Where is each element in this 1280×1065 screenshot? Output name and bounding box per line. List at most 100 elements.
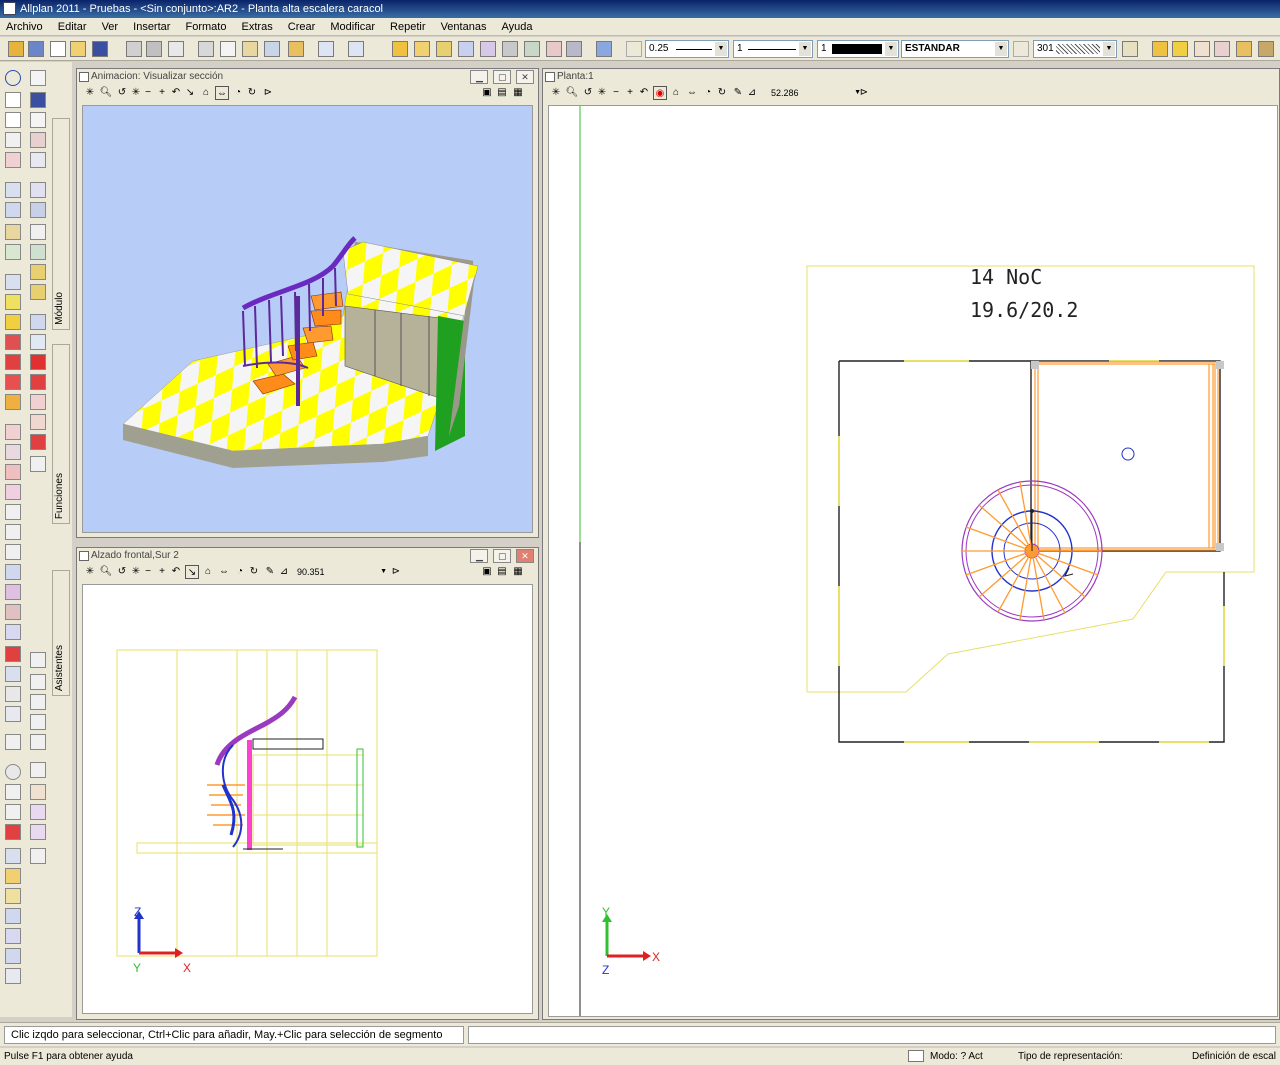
menu-editar[interactable]: Editar <box>52 18 93 34</box>
pattern-edit-icon[interactable] <box>1122 41 1138 57</box>
layer-list-icon[interactable] <box>30 92 46 108</box>
save-icon[interactable] <box>92 41 108 57</box>
paste-icon[interactable] <box>242 41 258 57</box>
pan-icon[interactable]: ✳ <box>83 565 97 579</box>
zoom-icon[interactable]: 🔍︎ <box>99 86 113 100</box>
view-layout-icon[interactable]: ▤ <box>495 86 509 100</box>
building-icon[interactable] <box>30 284 46 300</box>
animation-window-titlebar[interactable]: Animacion: Visualizar sección ▁ ▢ ✕ <box>77 69 538 85</box>
previous-view-icon[interactable]: ↶ <box>169 86 183 100</box>
symbol-icon[interactable] <box>5 948 21 964</box>
elevation-window-titlebar[interactable]: Alzado frontal,Sur 2 ▁ ▢ ✕ <box>77 548 538 564</box>
ruler-icon[interactable]: ⊿ <box>277 565 291 579</box>
snap-icon[interactable] <box>5 824 21 840</box>
camera-icon[interactable]: ⌂ <box>201 565 215 579</box>
extend-icon[interactable] <box>5 706 21 722</box>
close-button[interactable]: ✕ <box>516 70 534 84</box>
zoom-in-icon[interactable]: + <box>155 565 169 579</box>
plot-icon[interactable] <box>30 804 46 820</box>
zoom-window-icon[interactable]: ↺ <box>581 86 595 100</box>
menu-insertar[interactable]: Insertar <box>127 18 176 34</box>
view-options-icon[interactable]: ▣ <box>480 86 494 100</box>
plan-window-titlebar[interactable]: Planta:1 <box>543 69 1279 85</box>
pattern-tool-icon[interactable] <box>5 484 21 500</box>
format-painter-icon[interactable] <box>288 41 304 57</box>
text-props-icon[interactable] <box>1194 41 1210 57</box>
side-tab-funciones[interactable]: Funciones <box>52 344 70 524</box>
table-icon[interactable] <box>30 714 46 730</box>
pan-icon[interactable]: ✳ <box>549 86 563 100</box>
section-view-icon[interactable]: ⇔ <box>215 86 229 100</box>
side-tab-asistentes[interactable]: Asistentes <box>52 570 70 696</box>
rotate-view-icon[interactable]: ◔ <box>701 86 715 100</box>
abc-text3-icon[interactable] <box>30 734 46 750</box>
menu-crear[interactable]: Crear <box>282 18 322 34</box>
cut-icon[interactable] <box>198 41 214 57</box>
plan-scale-select[interactable]: 52.286 ▼ <box>769 87 861 100</box>
delete-tool-icon[interactable] <box>5 734 21 750</box>
sheet-icon[interactable] <box>5 868 21 884</box>
slab-icon[interactable] <box>5 294 21 310</box>
hatch-icon[interactable] <box>5 444 21 460</box>
redo-icon[interactable] <box>348 41 364 57</box>
open-file-icon[interactable] <box>70 41 86 57</box>
layout-icon[interactable] <box>168 41 184 57</box>
zoom-icon[interactable]: 🔍︎ <box>565 86 579 100</box>
offset-icon[interactable] <box>5 544 21 560</box>
line-type-select[interactable]: 1 ▼ <box>733 40 813 58</box>
explode-icon[interactable] <box>5 646 21 662</box>
rotate-icon[interactable] <box>5 604 21 620</box>
fill-tool-icon[interactable] <box>5 464 21 480</box>
sheet2-icon[interactable] <box>5 888 21 904</box>
color-select[interactable]: 1 ▼ <box>817 40 899 58</box>
sum-icon[interactable] <box>30 224 46 240</box>
beam-icon[interactable] <box>5 314 21 330</box>
ruler-icon[interactable]: ⊿ <box>745 86 759 100</box>
animation-icon[interactable] <box>30 374 46 390</box>
column-icon[interactable] <box>5 334 21 350</box>
window-tool-icon[interactable] <box>5 394 21 410</box>
menu-ventanas[interactable]: Ventanas <box>435 18 493 34</box>
3d-box-icon[interactable] <box>566 41 582 57</box>
section-view-icon[interactable]: ⇔ <box>217 565 231 579</box>
menu-ayuda[interactable]: Ayuda <box>496 18 539 34</box>
navigate-icon[interactable]: ↘ <box>185 565 199 579</box>
menu-formato[interactable]: Formato <box>180 18 233 34</box>
railing-icon[interactable] <box>5 374 21 390</box>
side-tab-modulo[interactable]: Módulo <box>52 118 70 330</box>
pencil-view-icon[interactable]: ✎ <box>731 86 745 100</box>
elevation-canvas[interactable]: Z X Y <box>82 584 533 1014</box>
report-icon[interactable] <box>30 784 46 800</box>
zoom-tool-icon[interactable] <box>5 764 21 780</box>
material-icon[interactable] <box>30 414 46 430</box>
camera-icon[interactable]: ⌂ <box>199 86 213 100</box>
pin-icon[interactable]: ⊳ <box>261 86 275 100</box>
print-icon[interactable] <box>126 41 142 57</box>
group-icon[interactable] <box>524 41 540 57</box>
export-icon[interactable] <box>30 824 46 840</box>
minimize-button[interactable]: ▁ <box>470 549 489 563</box>
movie-icon[interactable] <box>30 434 46 450</box>
join-icon[interactable] <box>5 666 21 682</box>
pin-icon[interactable]: ⊳ <box>389 565 403 579</box>
filter-icon[interactable] <box>30 244 46 260</box>
grid-dots-icon[interactable] <box>30 456 46 472</box>
close-button[interactable]: ✕ <box>516 549 534 563</box>
zoom-window-icon[interactable]: ↺ <box>115 86 129 100</box>
triangle-icon[interactable] <box>5 524 21 540</box>
pen-tool-icon[interactable] <box>5 152 21 168</box>
opening-icon[interactable] <box>5 202 21 218</box>
abc-text2-icon[interactable] <box>30 694 46 710</box>
pen-icon[interactable] <box>626 41 642 57</box>
3d-solid-icon[interactable] <box>5 354 21 370</box>
rotate-view-icon[interactable]: ◔ <box>233 565 247 579</box>
new-file-icon[interactable] <box>50 41 66 57</box>
open-project-icon[interactable] <box>8 41 24 57</box>
ortho-icon[interactable] <box>5 804 21 820</box>
section-icon[interactable] <box>30 314 46 330</box>
stretch-icon[interactable] <box>30 132 46 148</box>
select-arrow-icon[interactable] <box>30 182 46 198</box>
delete-icon[interactable] <box>264 41 280 57</box>
command-input[interactable] <box>468 1026 1276 1044</box>
stair-tool-icon[interactable] <box>5 244 21 260</box>
